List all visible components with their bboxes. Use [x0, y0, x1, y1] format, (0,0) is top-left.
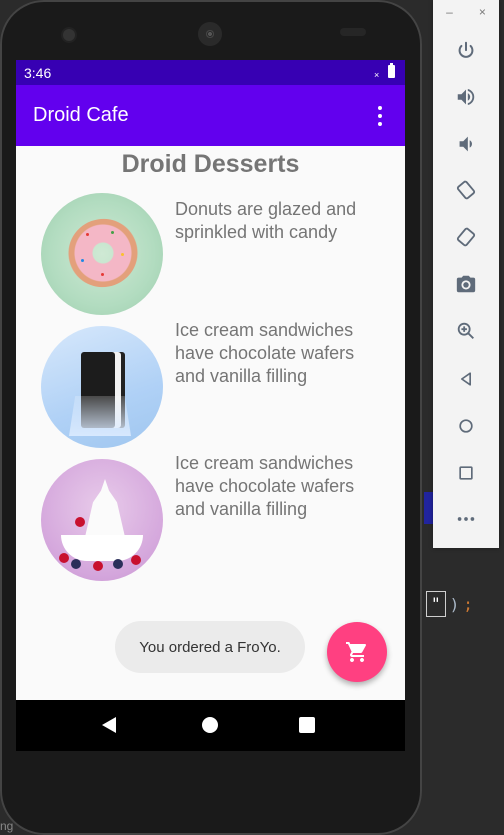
status-bar: 3:46 × — [16, 60, 405, 85]
sprinkle — [86, 233, 89, 236]
berry — [93, 561, 103, 571]
sprinkle — [81, 259, 84, 262]
ide-code-line: " ) ; — [426, 590, 473, 618]
berry — [71, 559, 81, 569]
froyo-image[interactable] — [41, 459, 163, 581]
nav-recents-icon[interactable] — [299, 717, 315, 733]
battery-icon — [388, 63, 395, 78]
berry — [59, 553, 69, 563]
sprinkle — [121, 253, 124, 256]
sprinkle — [101, 273, 104, 276]
volume-up-icon[interactable] — [451, 82, 481, 112]
shopping-cart-icon — [346, 642, 367, 662]
back-icon[interactable] — [451, 364, 481, 394]
minimize-button[interactable]: – — [446, 5, 453, 19]
ide-quote-token[interactable]: " — [426, 591, 446, 617]
device-screen: 3:46 × Droid Cafe Droid Desserts Donuts … — [16, 60, 405, 751]
earpiece-speaker — [198, 22, 222, 46]
status-time: 3:46 — [24, 65, 52, 81]
proximity-sensor — [340, 28, 366, 36]
froyo-swirl — [85, 479, 125, 537]
emulator-toolbar: – × — [433, 0, 499, 548]
donut-graphic — [58, 209, 148, 297]
emulator-window-controls: – × — [433, 0, 499, 24]
berry — [113, 559, 123, 569]
app-bar: Droid Cafe — [16, 85, 405, 146]
sandwich-wrapper — [69, 396, 131, 436]
berry — [75, 517, 85, 527]
home-icon[interactable] — [451, 411, 481, 441]
froyo-description: Ice cream sandwiches have chocolate wafe… — [175, 453, 355, 519]
close-button[interactable]: × — [479, 5, 486, 19]
more-icon[interactable] — [451, 504, 481, 534]
ide-paren-token: ) — [449, 594, 460, 614]
sprinkle — [111, 231, 114, 234]
page-title: Droid Desserts — [121, 150, 300, 178]
donut-image[interactable] — [41, 193, 163, 315]
ice-cream-sandwich-image[interactable] — [41, 326, 163, 448]
ice-cream-sandwich-description: Ice cream sandwiches have chocolate wafe… — [175, 320, 355, 386]
nav-back-icon[interactable] — [102, 717, 116, 733]
overview-icon[interactable] — [451, 458, 481, 488]
more-vert-icon[interactable] — [370, 101, 390, 131]
phone-frame: 3:46 × Droid Cafe Droid Desserts Donuts … — [0, 0, 422, 835]
app-title: Droid Cafe — [33, 104, 129, 126]
ide-semicolon-token: ; — [463, 594, 473, 614]
power-icon[interactable] — [451, 36, 481, 66]
donut-description: Donuts are glazed and sprinkled with can… — [175, 199, 357, 242]
toast-message: You ordered a FroYo. — [115, 621, 305, 673]
system-nav-bar — [16, 700, 405, 751]
camera-icon[interactable] — [451, 269, 481, 299]
volume-down-icon[interactable] — [451, 129, 481, 159]
zoom-icon[interactable] — [451, 316, 481, 346]
front-camera — [63, 29, 75, 41]
main-content: Droid Desserts Donuts are glazed and spr… — [16, 146, 405, 700]
ide-edge-text: ng — [0, 819, 14, 833]
rotate-right-icon[interactable] — [451, 222, 481, 252]
berry — [131, 555, 141, 565]
order-fab-button[interactable] — [327, 622, 387, 682]
rotate-left-icon[interactable] — [451, 175, 481, 205]
nav-home-icon[interactable] — [202, 717, 218, 733]
status-indicator: × — [374, 70, 380, 80]
